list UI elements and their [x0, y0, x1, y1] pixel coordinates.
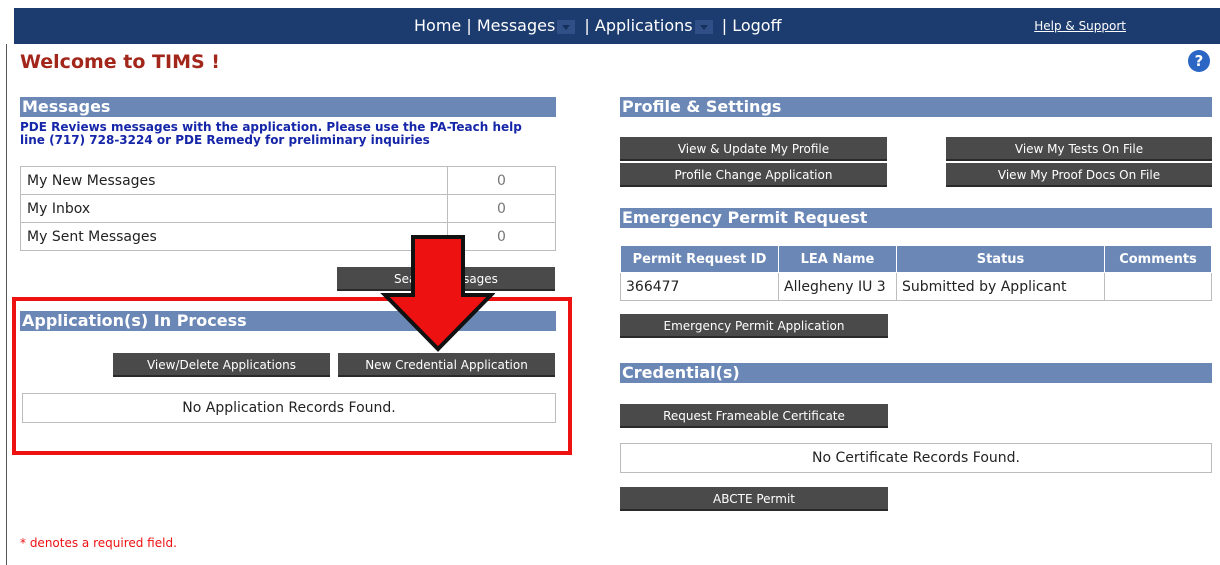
emergency-permit-application-button[interactable]: Emergency Permit Application: [620, 314, 888, 338]
view-update-profile-button[interactable]: View & Update My Profile: [620, 137, 887, 161]
messages-header: Messages: [20, 97, 556, 117]
column-header: Status: [896, 245, 1105, 273]
message-folder-label[interactable]: My New Messages: [20, 166, 448, 195]
column-header: Comments: [1104, 245, 1212, 273]
messages-note: PDE Reviews messages with the applicatio…: [20, 120, 522, 147]
required-field-note: * denotes a required field.: [20, 536, 177, 550]
no-certificates-message: No Certificate Records Found.: [620, 443, 1212, 473]
credentials-header: Credential(s): [620, 363, 1212, 383]
table-row[interactable]: My Inbox 0: [20, 194, 556, 223]
table-row[interactable]: My New Messages 0: [20, 166, 556, 195]
chevron-down-icon[interactable]: [557, 19, 576, 34]
table-header-row: Permit Request ID LEA Name Status Commen…: [620, 245, 1212, 273]
profile-change-application-button[interactable]: Profile Change Application: [620, 163, 887, 187]
red-arrow-down-icon: [380, 235, 495, 352]
top-bar: Home | Messages | Applications | Logoff …: [6, 0, 1220, 44]
lea-name-cell: Allegheny IU 3: [778, 272, 897, 301]
nav-logoff-link[interactable]: Logoff: [732, 16, 781, 35]
column-header: LEA Name: [778, 245, 897, 273]
message-count: 0: [447, 166, 556, 195]
view-proof-docs-button[interactable]: View My Proof Docs On File: [946, 163, 1212, 187]
view-tests-button[interactable]: View My Tests On File: [946, 137, 1212, 161]
permit-table: Permit Request ID LEA Name Status Commen…: [620, 245, 1212, 301]
table-row[interactable]: 366477 Allegheny IU 3 Submitted by Appli…: [620, 272, 1212, 301]
status-cell: Submitted by Applicant: [896, 272, 1105, 301]
page-title: Welcome to TIMS !: [20, 51, 220, 73]
message-folder-label[interactable]: My Inbox: [20, 194, 448, 223]
column-header: Permit Request ID: [620, 245, 779, 273]
nav-messages-link[interactable]: Messages: [477, 16, 555, 35]
nav-separator: |: [721, 16, 728, 35]
main-nav: Home | Messages | Applications | Logoff: [414, 8, 782, 44]
request-frameable-certificate-button[interactable]: Request Frameable Certificate: [620, 404, 888, 428]
comments-cell: [1104, 272, 1212, 301]
help-support-link[interactable]: Help & Support: [1034, 8, 1126, 44]
nav-applications-link[interactable]: Applications: [595, 16, 693, 35]
profile-header: Profile & Settings: [620, 97, 1212, 117]
nav-home-link[interactable]: Home: [414, 16, 461, 35]
abcte-permit-button[interactable]: ABCTE Permit: [620, 487, 888, 511]
message-count: 0: [447, 194, 556, 223]
nav-separator: |: [466, 16, 472, 35]
top-nav: Home | Messages | Applications | Logoff …: [14, 8, 1220, 44]
chevron-down-icon[interactable]: [694, 19, 713, 34]
nav-separator: |: [584, 16, 590, 35]
help-icon[interactable]: ?: [1188, 50, 1210, 72]
permit-id-cell[interactable]: 366477: [620, 272, 779, 301]
emergency-permit-header: Emergency Permit Request: [620, 208, 1212, 228]
